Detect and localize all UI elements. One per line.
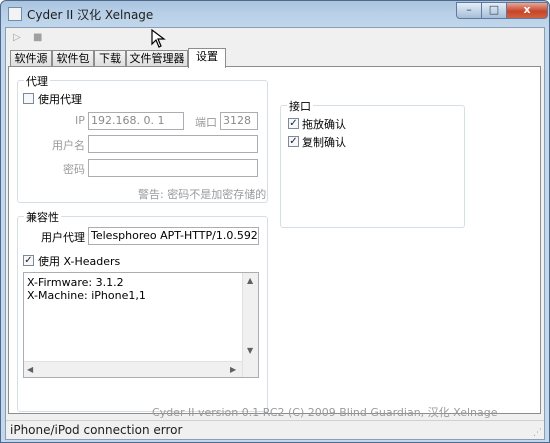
use-xheaders-checkbox[interactable]: ✓ <box>23 255 34 266</box>
settings-panel: 代理 使用代理 IP 192.168. 0. 1 端口 3128 用户名 密码 … <box>8 66 541 414</box>
ip-field[interactable]: 192.168. 0. 1 <box>88 112 184 130</box>
vertical-scrollbar[interactable]: ▲ ▼ <box>242 273 258 377</box>
scroll-right-icon[interactable]: ▶ <box>230 365 236 374</box>
window-title: Cyder II 汉化 Xelnage <box>27 8 154 22</box>
mouse-cursor-icon <box>151 29 166 48</box>
title-bar[interactable]: Cyder II 汉化 Xelnage – □ x <box>1 1 549 27</box>
tab-packages[interactable]: 软件包 <box>52 50 94 67</box>
maximize-button[interactable]: □ <box>481 2 507 19</box>
username-label: 用户名 <box>52 139 85 152</box>
drag-confirm-label: 拖放确认 <box>302 118 346 131</box>
tab-downloads[interactable]: 下载 <box>94 50 126 67</box>
compat-legend: 兼容性 <box>24 209 61 225</box>
username-field[interactable] <box>88 135 258 153</box>
header-line: X-Firmware: 3.1.2 <box>27 276 124 289</box>
app-icon <box>8 7 22 21</box>
toolbar: ▷ ■ <box>6 28 544 48</box>
password-warning: 警告: 密码不是加密存储的 <box>138 188 267 201</box>
copy-confirm-label: 复制确认 <box>302 136 346 149</box>
stop-icon[interactable]: ■ <box>33 32 42 43</box>
tab-sources[interactable]: 软件源 <box>10 50 52 67</box>
play-icon[interactable]: ▷ <box>13 32 21 43</box>
app-window: Cyder II 汉化 Xelnage – □ x ▷ ■ 软件源 软件包 下载… <box>0 0 550 443</box>
interface-legend: 接口 <box>287 98 313 114</box>
interface-group: 接口 ✓ 拖放确认 ✓ 复制确认 <box>280 98 465 228</box>
headers-textarea[interactable]: X-Firmware: 3.1.2 X-Machine: iPhone1,1 ▲… <box>23 272 259 378</box>
scroll-up-icon[interactable]: ▲ <box>247 276 253 285</box>
copy-confirm-checkbox[interactable]: ✓ <box>288 136 299 147</box>
port-label: 端口 <box>195 116 217 129</box>
status-text: iPhone/iPod connection error <box>10 423 183 437</box>
scroll-down-icon[interactable]: ▼ <box>247 346 253 355</box>
ip-label: IP <box>75 114 85 127</box>
tab-settings[interactable]: 设置 <box>188 48 226 68</box>
status-bar: iPhone/iPod connection error ⋰ <box>6 420 544 439</box>
proxy-group: 代理 使用代理 IP 192.168. 0. 1 端口 3128 用户名 密码 … <box>17 73 268 203</box>
user-agent-label: 用户代理 <box>41 231 85 244</box>
resize-grip-icon[interactable]: ⋰ <box>533 428 542 438</box>
header-line: X-Machine: iPhone1,1 <box>27 289 146 302</box>
minimize-button[interactable]: – <box>456 2 482 19</box>
user-agent-field[interactable]: Telesphoreo APT-HTTP/1.0.592 <box>88 227 259 245</box>
use-proxy-label: 使用代理 <box>38 93 82 106</box>
password-field[interactable] <box>88 159 258 177</box>
compat-group: 兼容性 用户代理 Telesphoreo APT-HTTP/1.0.592 ✓ … <box>17 209 268 412</box>
use-xheaders-label: 使用 X-Headers <box>38 255 121 268</box>
credits-text: Cyder II version 0.1 RC2 (C) 2009 Blind … <box>152 406 498 419</box>
scroll-left-icon[interactable]: ◀ <box>27 365 33 374</box>
port-field[interactable]: 3128 <box>220 112 258 130</box>
horizontal-scrollbar[interactable]: ◀ ▶ <box>24 361 242 377</box>
password-label: 密码 <box>63 163 85 176</box>
close-button[interactable]: x <box>506 2 548 19</box>
use-proxy-checkbox[interactable] <box>23 93 34 104</box>
tab-file-manager[interactable]: 文件管理器 <box>126 50 188 67</box>
proxy-legend: 代理 <box>24 73 50 89</box>
drag-confirm-checkbox[interactable]: ✓ <box>288 118 299 129</box>
client-area: ▷ ■ 软件源 软件包 下载 文件管理器 设置 代理 使用代理 IP 192.1… <box>5 27 545 440</box>
